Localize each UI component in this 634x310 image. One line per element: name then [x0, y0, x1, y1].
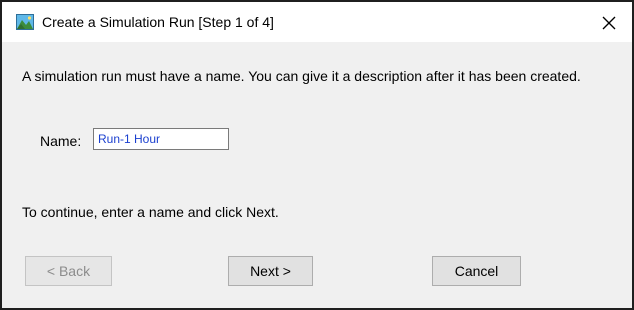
landscape-map-icon: [16, 14, 34, 30]
dialog-content: A simulation run must have a name. You c…: [2, 42, 632, 308]
cancel-button[interactable]: Cancel: [432, 256, 521, 286]
title-bar[interactable]: Create a Simulation Run [Step 1 of 4]: [2, 2, 632, 42]
dialog-window: Create a Simulation Run [Step 1 of 4] A …: [0, 0, 634, 310]
back-button[interactable]: < Back: [25, 256, 112, 286]
close-icon[interactable]: [594, 8, 624, 38]
window-title: Create a Simulation Run [Step 1 of 4]: [42, 14, 274, 30]
name-input[interactable]: [93, 128, 229, 150]
next-button[interactable]: Next >: [228, 256, 313, 286]
hint-text: To continue, enter a name and click Next…: [22, 204, 279, 220]
name-label: Name:: [40, 133, 82, 149]
description-text: A simulation run must have a name. You c…: [22, 68, 581, 84]
